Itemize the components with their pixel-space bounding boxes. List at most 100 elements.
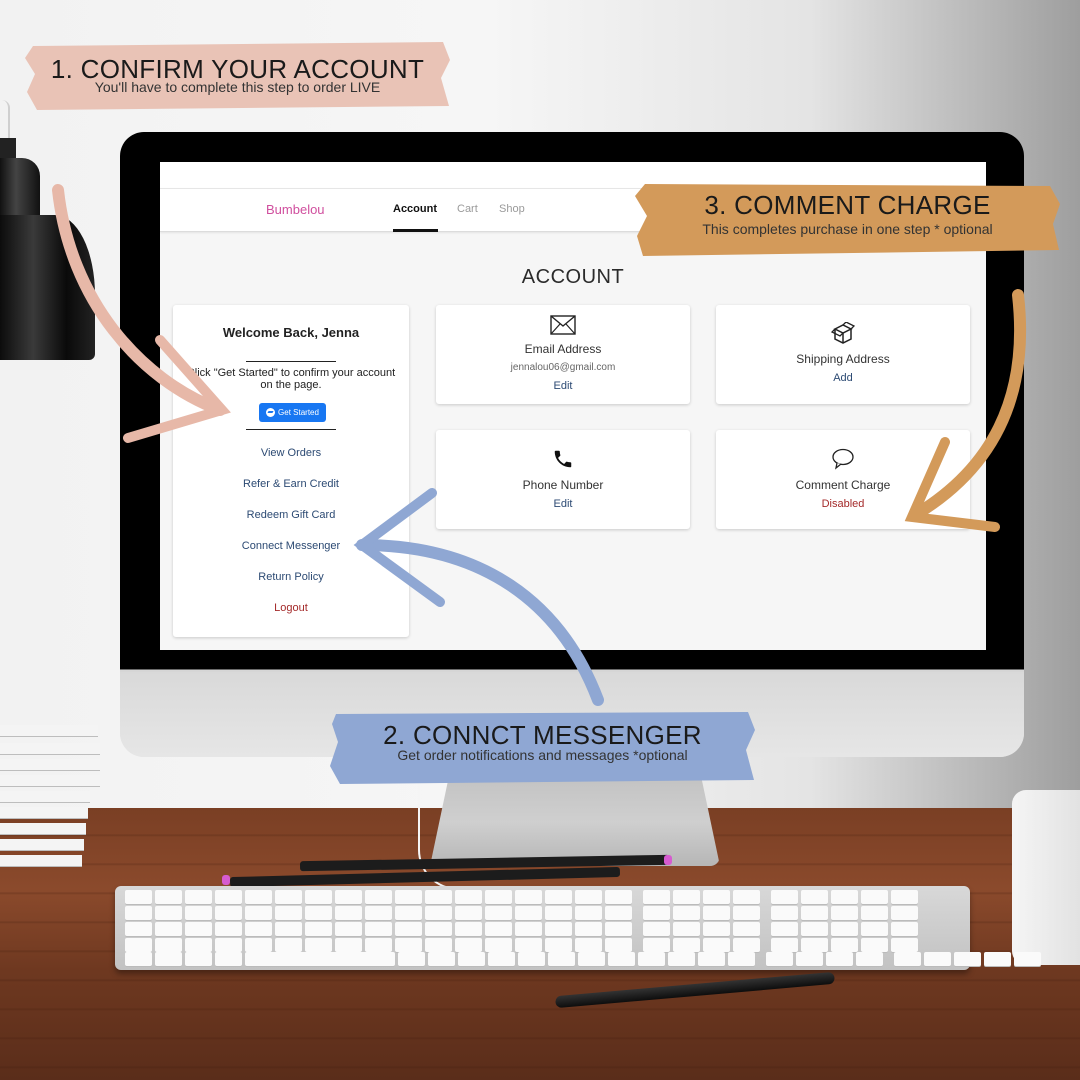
keyboard-key [545, 922, 572, 936]
keyboard-key [365, 906, 392, 920]
keyboard-key [891, 906, 918, 920]
keyboard-key [305, 938, 332, 952]
keyboard-key [425, 890, 452, 904]
keyboard-key [365, 890, 392, 904]
keyboard-key [455, 890, 482, 904]
keyboard-key [643, 906, 670, 920]
keyboard-key [515, 890, 542, 904]
keyboard-key [984, 952, 1011, 966]
keyboard-key [608, 952, 635, 966]
step3-subtitle: This completes purchase in one step * op… [702, 221, 993, 237]
keyboard-key [831, 938, 858, 952]
keyboard-key [673, 938, 700, 952]
keyboard-key [826, 952, 853, 966]
blue-arrow [353, 488, 604, 706]
keyboard-key [796, 952, 823, 966]
key-row [125, 922, 918, 936]
keyboard-key [455, 906, 482, 920]
keyboard-key [155, 922, 182, 936]
keyboard-key [185, 906, 212, 920]
keyboard-key [575, 906, 602, 920]
keyboard-key [771, 890, 798, 904]
keyboard-key [924, 952, 951, 966]
keyboard-key [215, 922, 242, 936]
keyboard-key [365, 938, 392, 952]
pink-arrow [52, 184, 231, 443]
keyboard-key [155, 938, 182, 952]
step3-title: 3. COMMENT CHARGE [704, 190, 991, 220]
keyboard-key [485, 890, 512, 904]
keyboard-key [673, 906, 700, 920]
keyboard-key [185, 952, 212, 966]
keyboard-key [801, 890, 828, 904]
keyboard-key [894, 952, 921, 966]
keyboard-key [125, 938, 152, 952]
keyboard-key [856, 952, 883, 966]
orange-arrow [904, 289, 1027, 532]
keyboard-key [605, 906, 632, 920]
keyboard-key [891, 922, 918, 936]
keyboard-key [605, 922, 632, 936]
key-row [125, 938, 918, 952]
keyboard-key [275, 906, 302, 920]
keyboard-key [215, 938, 242, 952]
keyboard-key [861, 890, 888, 904]
pencil-eraser [222, 875, 230, 885]
keyboard-key [335, 890, 362, 904]
keyboard-key [125, 890, 152, 904]
keyboard-key [733, 922, 760, 936]
keyboard-key [545, 938, 572, 952]
key-row [125, 890, 918, 904]
keyboard-key [185, 938, 212, 952]
step1-subtitle: You'll have to complete this step to ord… [94, 79, 381, 95]
keyboard-key [125, 922, 152, 936]
keyboard-key [643, 890, 670, 904]
keyboard-key [771, 938, 798, 952]
keyboard-key [733, 938, 760, 952]
keyboard-key [891, 938, 918, 952]
keyboard-key [831, 906, 858, 920]
keyboard-key [215, 890, 242, 904]
keyboard-key [485, 922, 512, 936]
keyboard-key [455, 922, 482, 936]
keyboard-key [673, 890, 700, 904]
keyboard-key [515, 906, 542, 920]
keyboard-key [245, 890, 272, 904]
step2-callout: 2. CONNCT MESSENGER Get order notificati… [330, 708, 755, 786]
keyboard-key [831, 922, 858, 936]
keyboard-key [861, 938, 888, 952]
keyboard-key [398, 952, 425, 966]
keyboard-key [703, 890, 730, 904]
keyboard-key [305, 890, 332, 904]
key-row [125, 952, 1041, 966]
keyboard-key [605, 890, 632, 904]
keyboard-key [335, 922, 362, 936]
keyboard-key [155, 906, 182, 920]
keyboard-key [485, 938, 512, 952]
keyboard-key [801, 922, 828, 936]
step1-callout: 1. CONFIRM YOUR ACCOUNT You'll have to c… [25, 40, 450, 112]
keyboard-key [643, 938, 670, 952]
keyboard-key [831, 890, 858, 904]
keyboard-key [673, 922, 700, 936]
keyboard-key [703, 906, 730, 920]
keyboard-key [395, 938, 422, 952]
keyboard-key [861, 906, 888, 920]
keyboard-key [425, 938, 452, 952]
keyboard-key [335, 938, 362, 952]
keyboard-key [801, 906, 828, 920]
keyboard-key [395, 906, 422, 920]
keyboard-key [428, 952, 455, 966]
keyboard-key [275, 922, 302, 936]
keyboard-key [1014, 952, 1041, 966]
keyboard-key [395, 922, 422, 936]
keyboard-key [185, 890, 212, 904]
keyboard-key [703, 922, 730, 936]
keyboard-key [245, 938, 272, 952]
keyboard-key [771, 922, 798, 936]
keyboard-key [638, 952, 665, 966]
keyboard-key [861, 922, 888, 936]
keyboard-key [518, 952, 545, 966]
keyboard-key [485, 906, 512, 920]
keyboard-key [245, 952, 395, 966]
